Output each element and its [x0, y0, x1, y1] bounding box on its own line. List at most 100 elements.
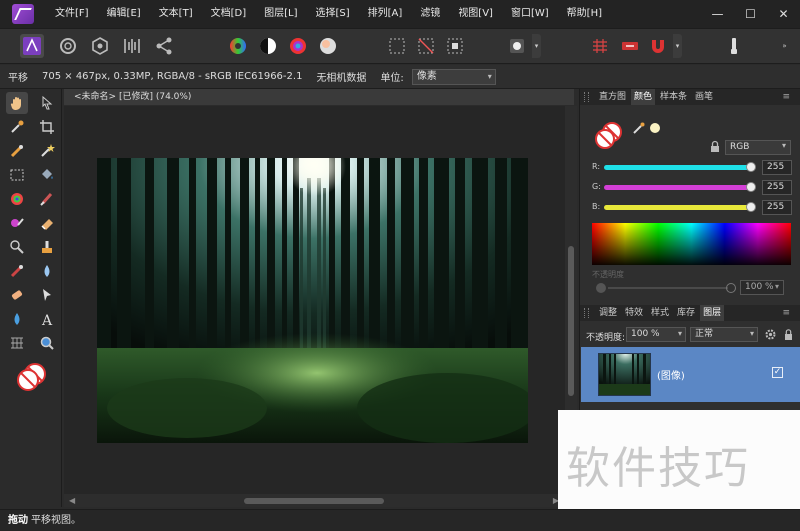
photo-persona-icon[interactable]: [20, 34, 44, 58]
layer-visibility-checkbox[interactable]: ✓: [772, 367, 783, 378]
vertical-scroll-thumb[interactable]: [568, 246, 574, 396]
blur-tool-icon[interactable]: [36, 260, 58, 282]
tab-layers[interactable]: 图层: [700, 305, 725, 321]
red-slider-knob[interactable]: [746, 162, 756, 172]
blue-slider-knob[interactable]: [746, 202, 756, 212]
toolbar-overflow-icon[interactable]: »: [780, 34, 789, 58]
maximize-button[interactable]: ☐: [734, 0, 767, 28]
lock-icon[interactable]: [708, 140, 722, 154]
horizontal-scroll-thumb[interactable]: [244, 498, 384, 504]
panel-grip-icon[interactable]: [584, 92, 589, 102]
clone-tool-icon[interactable]: [36, 236, 58, 258]
paint-brush-tool-icon[interactable]: [36, 188, 58, 210]
contrast-icon[interactable]: [256, 34, 280, 58]
color-picker-tool-icon[interactable]: [6, 116, 28, 138]
text-tool-icon[interactable]: A: [36, 308, 58, 330]
blend-mode-select[interactable]: 正常: [690, 327, 758, 342]
white-balance-icon[interactable]: [316, 34, 340, 58]
select-all-icon[interactable]: [385, 34, 409, 58]
unit-select[interactable]: 像素: [411, 68, 496, 85]
tone-mapping-persona-icon[interactable]: [120, 34, 144, 58]
menu-select[interactable]: 选择[S]: [307, 0, 359, 28]
menu-help[interactable]: 帮助[H]: [558, 0, 611, 28]
layer-lock-icon[interactable]: [782, 328, 795, 341]
hsl-icon[interactable]: [286, 34, 310, 58]
menu-arrange[interactable]: 排列[A]: [359, 0, 412, 28]
canvas-area[interactable]: [64, 106, 576, 494]
green-value-field[interactable]: 255: [762, 180, 792, 195]
dodge-tool-icon[interactable]: [6, 236, 28, 258]
tab-stock[interactable]: 库存: [674, 305, 698, 321]
snapping-dropdown-icon[interactable]: ▾: [673, 34, 682, 58]
marquee-tool-icon[interactable]: [6, 164, 28, 186]
opacity-slider-knob[interactable]: [726, 283, 736, 293]
hand-tool-icon[interactable]: [6, 92, 28, 114]
menu-edit[interactable]: 编辑[E]: [98, 0, 150, 28]
color-wheel-icon[interactable]: [226, 34, 250, 58]
menu-view[interactable]: 视图[V]: [449, 0, 502, 28]
blue-slider-track[interactable]: [604, 205, 752, 210]
minimize-button[interactable]: —: [701, 0, 734, 28]
green-slider-knob[interactable]: [746, 182, 756, 192]
layer-opacity-field[interactable]: 100 %: [626, 327, 686, 342]
green-slider[interactable]: G: 255: [592, 180, 792, 196]
scroll-left-arrow-icon[interactable]: ◀: [69, 494, 75, 507]
tab-adjustments[interactable]: 调整: [596, 305, 620, 321]
mesh-warp-tool-icon[interactable]: [6, 332, 28, 354]
tab-color[interactable]: 颜色: [631, 89, 656, 105]
tab-histogram[interactable]: 直方图: [596, 89, 629, 105]
document-tab[interactable]: <未命名> [已修改] (74.0%): [64, 89, 574, 105]
assistant-icon[interactable]: [618, 34, 642, 58]
patch-tool-icon[interactable]: [6, 284, 28, 306]
eraser-tool-icon[interactable]: [36, 212, 58, 234]
red-slider[interactable]: R: 255: [592, 160, 792, 176]
panel-grip-icon[interactable]: [584, 308, 589, 318]
move-tool-icon[interactable]: [36, 92, 58, 114]
invert-selection-icon[interactable]: [443, 34, 467, 58]
menu-filters[interactable]: 滤镜: [411, 0, 449, 28]
gradient-tool-icon[interactable]: [6, 188, 28, 210]
blue-value-field[interactable]: 255: [762, 200, 792, 215]
develop-persona-icon[interactable]: [88, 34, 112, 58]
fill-tool-icon[interactable]: [36, 164, 58, 186]
deselect-icon[interactable]: [414, 34, 438, 58]
tab-swatches[interactable]: 样本条: [657, 89, 690, 105]
quick-mask-icon[interactable]: [505, 34, 529, 58]
color-spectrum[interactable]: [592, 223, 791, 265]
brush-settings-icon[interactable]: [722, 34, 746, 58]
blue-slider[interactable]: B: 255: [592, 200, 792, 216]
menu-document[interactable]: 文档[D]: [202, 0, 256, 28]
selection-brush-tool-icon[interactable]: [6, 140, 28, 162]
tab-effects[interactable]: 特效: [622, 305, 646, 321]
panel-menu-icon[interactable]: ≡: [779, 305, 793, 321]
healing-brush-tool-icon[interactable]: [6, 260, 28, 282]
layer-settings-gear-icon[interactable]: [764, 328, 777, 341]
fill-stroke-color-icon[interactable]: [592, 119, 626, 153]
red-slider-track[interactable]: [604, 165, 752, 170]
tab-styles[interactable]: 样式: [648, 305, 672, 321]
tab-brushes[interactable]: 画笔: [692, 89, 716, 105]
menu-file[interactable]: 文件[F]: [46, 0, 98, 28]
menu-layer[interactable]: 图层[L]: [255, 0, 306, 28]
zoom-tool-icon[interactable]: [36, 332, 58, 354]
sponge-tool-icon[interactable]: [6, 308, 28, 330]
quick-mask-dropdown-icon[interactable]: ▾: [532, 34, 541, 58]
horizontal-scrollbar[interactable]: ◀ ▶: [64, 494, 565, 507]
pen-tool-icon[interactable]: [36, 284, 58, 306]
eyedropper-icon[interactable]: [632, 121, 646, 135]
magnet-icon[interactable]: [646, 34, 670, 58]
menu-text[interactable]: 文本[T]: [150, 0, 202, 28]
red-value-field[interactable]: 255: [762, 160, 792, 175]
export-persona-icon[interactable]: [152, 34, 176, 58]
close-button[interactable]: ✕: [767, 0, 800, 28]
picked-color-swatch[interactable]: [650, 123, 660, 133]
panel-menu-icon[interactable]: ≡: [779, 89, 793, 105]
layer-row-image[interactable]: (图像) ✓: [581, 347, 800, 402]
menu-window[interactable]: 窗口[W]: [502, 0, 558, 28]
snapping-icon[interactable]: [588, 34, 612, 58]
color-replacement-tool-icon[interactable]: [6, 212, 28, 234]
flood-select-tool-icon[interactable]: [36, 140, 58, 162]
liquify-persona-icon[interactable]: [56, 34, 80, 58]
opacity-slider-track[interactable]: [608, 287, 728, 289]
green-slider-track[interactable]: [604, 185, 752, 190]
